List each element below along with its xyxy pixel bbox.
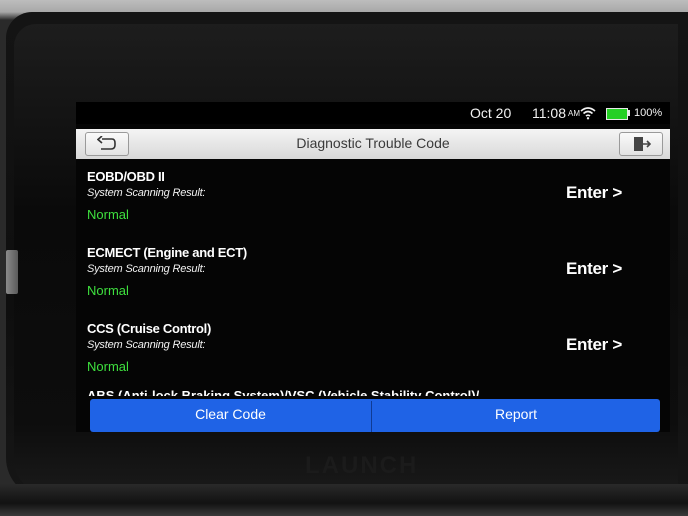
list-item[interactable]: ECMECT (Engine and ECT) System Scanning … (76, 235, 670, 311)
report-button[interactable]: Report (372, 399, 660, 432)
brand-logo: LAUNCH (305, 452, 419, 479)
bottom-action-bar: Clear Code Report (90, 399, 660, 432)
enter-button[interactable]: Enter > (566, 259, 622, 279)
scan-result-label: System Scanning Result: (87, 263, 206, 275)
status-bar: Oct 20 11:08 AM 100% (76, 102, 670, 124)
device-bottom-edge (0, 484, 688, 516)
device-screen: Oct 20 11:08 AM 100% Diagnostic Trouble … (76, 102, 670, 432)
enter-button[interactable]: Enter > (566, 335, 622, 355)
list-item[interactable]: CCS (Cruise Control) System Scanning Res… (76, 311, 670, 387)
scan-result-label: System Scanning Result: (87, 187, 206, 199)
scan-status: Normal (87, 207, 129, 222)
status-date: Oct 20 (470, 105, 512, 121)
exit-button[interactable] (619, 132, 663, 156)
title-bar: Diagnostic Trouble Code (76, 129, 670, 159)
exit-door-icon (634, 137, 651, 151)
scan-result-label: System Scanning Result: (87, 339, 206, 351)
system-name: EOBD/OBD II (87, 169, 165, 184)
wifi-icon (580, 107, 596, 120)
battery-icon (606, 108, 628, 120)
scan-status: Normal (87, 359, 129, 374)
clear-code-button[interactable]: Clear Code (90, 399, 371, 432)
battery-percent: 100% (634, 107, 663, 119)
status-ampm: AM (568, 109, 580, 118)
enter-button[interactable]: Enter > (566, 183, 622, 203)
status-time: 11:08 (532, 105, 566, 121)
list-item[interactable]: EOBD/OBD II System Scanning Result: Norm… (76, 159, 670, 235)
device-side-sticker (6, 250, 18, 294)
scan-status: Normal (87, 283, 129, 298)
battery-tip (628, 110, 630, 116)
page-title: Diagnostic Trouble Code (296, 135, 450, 151)
system-name: CCS (Cruise Control) (87, 321, 212, 336)
system-name: ECMECT (Engine and ECT) (87, 245, 247, 260)
